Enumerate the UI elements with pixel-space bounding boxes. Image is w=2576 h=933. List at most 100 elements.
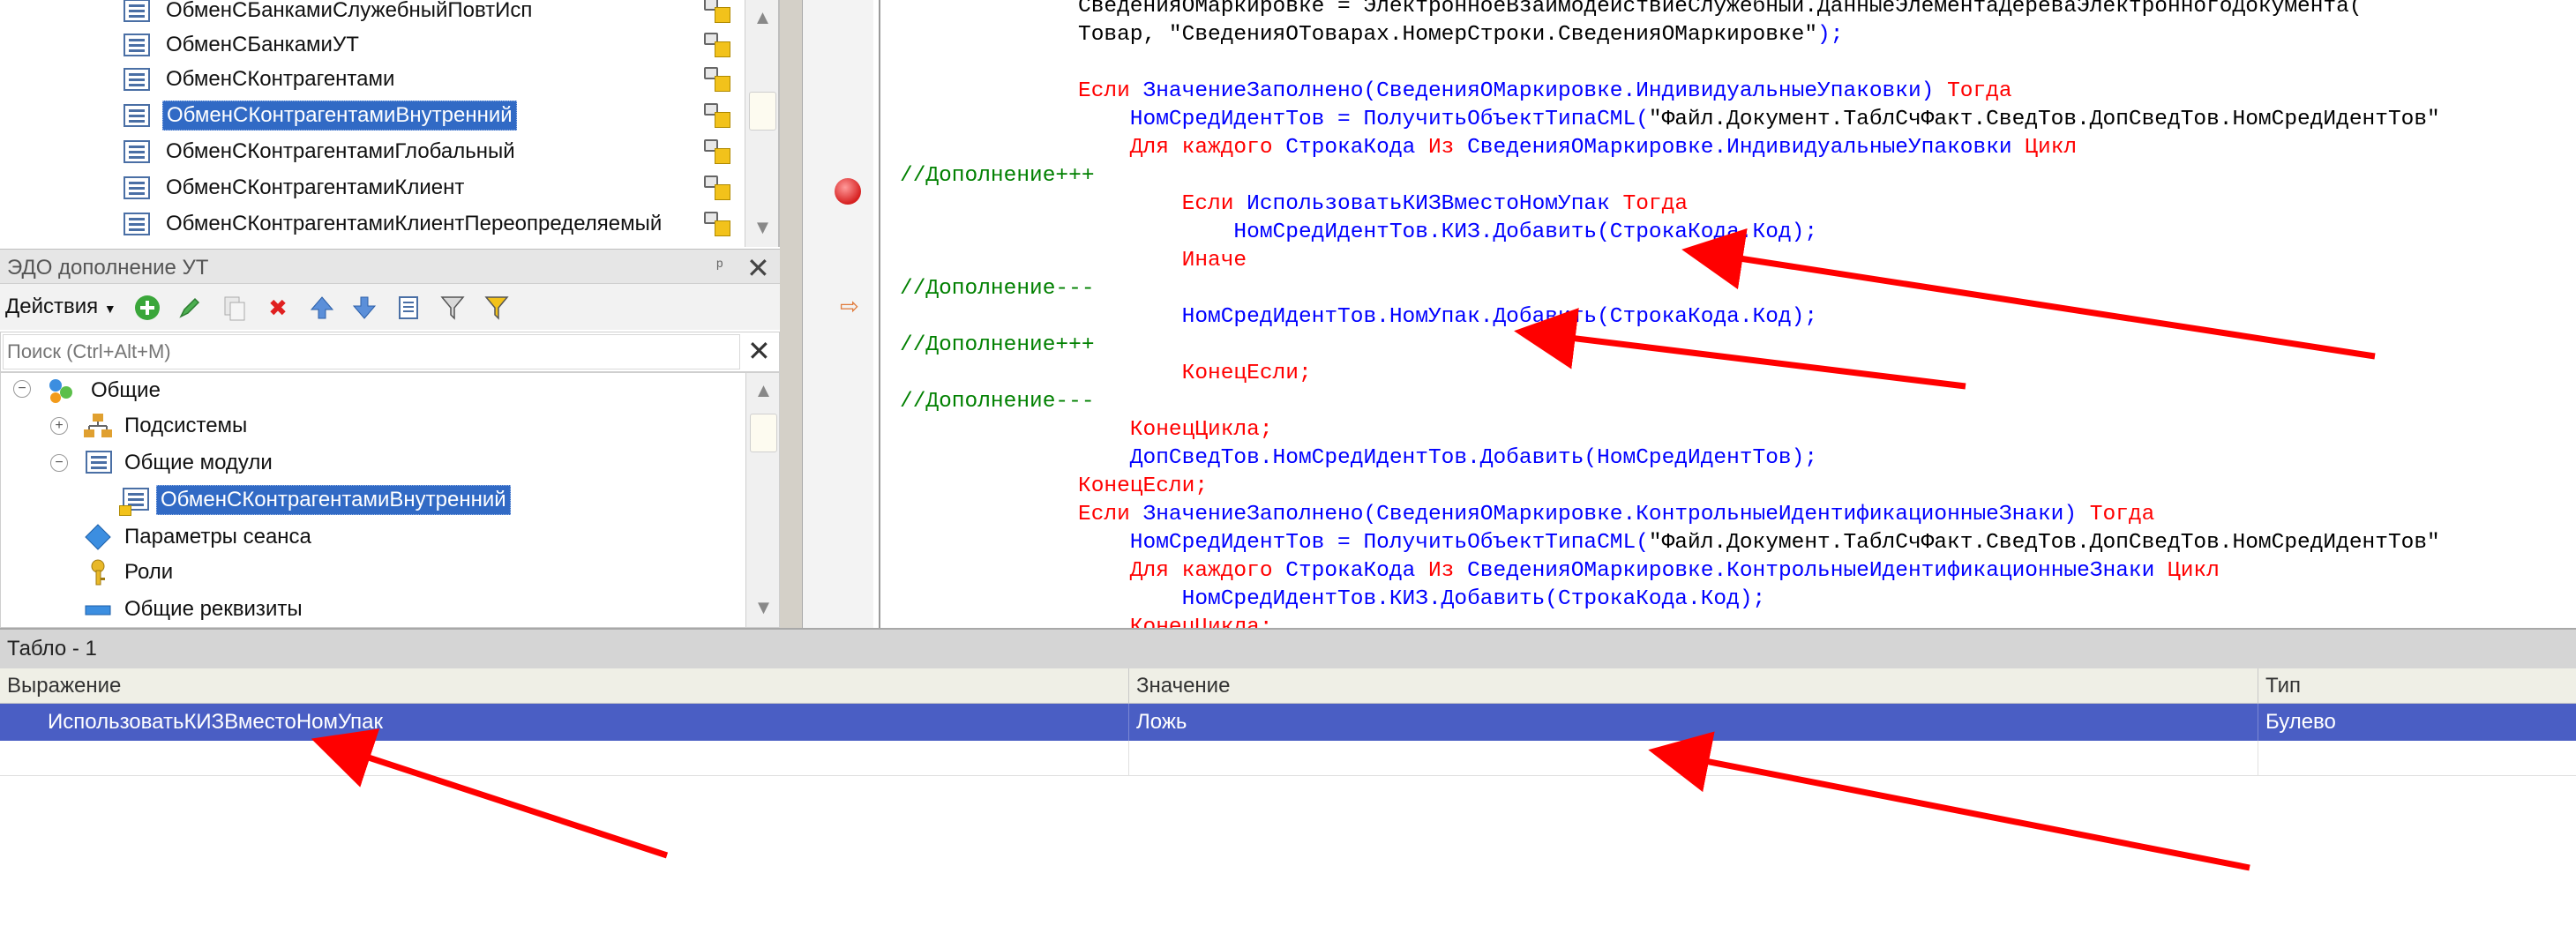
tree-item-module[interactable]: ОбменСКонтрагентами [124, 62, 398, 97]
code-line[interactable]: //Дополнение--- [900, 275, 1095, 303]
code-line[interactable]: //Дополнение+++ [900, 162, 1095, 190]
lock-icon [704, 31, 732, 59]
tree-item-label: ОбменСБанкамиСлужебныйПовтИсп [166, 0, 533, 22]
code-line[interactable]: Иначе [1078, 247, 1247, 275]
code-token: КонецЦикла; [1078, 616, 1273, 628]
code-line[interactable]: ДопСведТов.НомСредИдентТов.Добавить(НомС… [1078, 444, 1817, 473]
column-header-value[interactable]: Значение [1129, 668, 2258, 704]
tree-item-label: Роли [124, 560, 174, 584]
module-lock-icon [119, 505, 131, 516]
code-line[interactable]: КонецЕсли; [1078, 473, 1208, 501]
code-line[interactable]: НомСредИдентТов = ПолучитьОбъектТипаCML(… [1078, 529, 2440, 557]
search-input[interactable] [3, 334, 740, 369]
code-line[interactable]: НомСредИдентТов.НомУпак.Добавить(СтрокаК… [1078, 303, 1817, 332]
pin-icon[interactable]: ᵖ [716, 257, 723, 277]
tree-item-module[interactable]: ОбменСБанкамиУТ [124, 27, 363, 63]
delete-icon[interactable]: ✖ [263, 293, 293, 323]
module-icon [124, 213, 150, 235]
panel-title: ЭДО дополнение УТ [7, 256, 209, 280]
code-token: //Дополнение+++ [900, 333, 1095, 357]
scroll-down-icon[interactable]: ▼ [745, 210, 778, 245]
lock-icon [704, 0, 732, 25]
code-line[interactable]: //Дополнение+++ [900, 332, 1095, 360]
column-header-expression[interactable]: Выражение [0, 668, 1129, 704]
code-line[interactable]: КонецЦикла; [1078, 416, 1273, 444]
watch-row-selected[interactable]: ИспользоватьКИЗВместоНомУпак Ложь Булево [0, 704, 2576, 741]
edit-pencil-icon[interactable] [175, 293, 205, 323]
scroll-down-icon[interactable]: ▼ [746, 590, 779, 625]
scroll-thumb[interactable] [749, 92, 776, 131]
expand-toggle-icon[interactable]: + [50, 417, 68, 435]
tree-item-roles[interactable]: Роли [114, 555, 176, 590]
tree-item-common[interactable]: Общие [80, 373, 164, 408]
code-line[interactable]: Для каждого СтрокаКода Из СведенияОМарки… [1078, 557, 2220, 586]
tree-item-session-params[interactable]: Параметры сеанса [114, 519, 315, 555]
tree-item-module[interactable]: ОбменСКонтрагентамиВнутренний [124, 98, 517, 133]
code-line[interactable]: Товар, "СведенияОТоварах.НомерСтроки.Све… [1078, 21, 1843, 49]
tree-item-label: ОбменСКонтрагентамиКлиентПереопределяемы… [166, 212, 663, 235]
panel-splitter[interactable] [780, 0, 803, 628]
watch-cell-expression[interactable]: ИспользоватьКИЗВместоНомУпак [0, 704, 1129, 741]
code-line[interactable]: Если ИспользоватьКИЗВместоНомУпак Тогда [1078, 190, 1688, 219]
collapse-toggle-icon[interactable]: − [13, 380, 31, 398]
code-editor[interactable]: СведенияОМаркировке = ЭлектронноеВзаимод… [882, 0, 2576, 628]
tree-item-common-attrs[interactable]: Общие реквизиты [114, 592, 306, 627]
move-down-icon[interactable] [349, 293, 379, 323]
subsystems-icon [84, 414, 112, 437]
watch-cell-value[interactable]: Ложь [1129, 704, 2258, 741]
code-token: СведенияОМаркировке = ЭлектронноеВзаимод… [1078, 0, 2363, 19]
code-token: КонецЦикла; [1078, 418, 1273, 442]
tree-item-subsystems[interactable]: Подсистемы [114, 408, 251, 444]
tree-item-module[interactable]: ОбменСБанкамиСлужебныйПовтИсп [124, 0, 535, 28]
watch-cell-empty[interactable] [0, 741, 1129, 776]
code-line[interactable]: Если ЗначениеЗаполнено(СведенияОМаркиров… [1078, 78, 2012, 106]
tree-item-common-modules[interactable]: Общие модули [114, 445, 276, 481]
code-line[interactable]: КонецЦикла; [1078, 614, 1273, 628]
tree-item-label: ОбменСБанкамиУТ [166, 33, 359, 56]
code-line[interactable]: //Дополнение--- [900, 388, 1095, 416]
actions-menu-button[interactable]: Действия ▼ [5, 295, 116, 319]
code-line[interactable]: Для каждого СтрокаКода Из СведенияОМарки… [1078, 134, 2077, 162]
tree-item-label: ОбменСКонтрагентамиВнутренний [162, 101, 517, 131]
list-icon[interactable] [393, 293, 423, 323]
tree-scrollbar[interactable]: ▲ ▼ [745, 0, 778, 247]
tree-item-module[interactable]: ОбменСКонтрагентамиКлиент [124, 170, 468, 205]
module-tree-top: ОбменСБанкамиСлужебныйПовтИсп ОбменСБанка… [0, 0, 780, 247]
watch-cell-empty[interactable] [1129, 741, 2258, 776]
editor-gutter[interactable] [803, 0, 873, 628]
code-line[interactable]: СведенияОМаркировке = ЭлектронноеВзаимод… [1078, 0, 2363, 21]
tree-scrollbar[interactable]: ▲ ▼ [745, 373, 779, 627]
code-token: ДопСведТов.НомСредИдентТов.Добавить(НомС… [1078, 446, 1818, 470]
code-line[interactable]: НомСредИдентТов.КИЗ.Добавить(СтрокаКода.… [1078, 586, 1766, 614]
move-up-icon[interactable] [307, 293, 337, 323]
code-token: Если [1078, 503, 1143, 526]
lock-icon [704, 174, 732, 202]
copy-icon[interactable] [219, 293, 249, 323]
code-line[interactable]: НомСредИдентТов = ПолучитьОбъектТипаCML(… [1078, 106, 2440, 134]
module-icon [124, 68, 150, 91]
code-line[interactable]: КонецЕсли; [1078, 360, 1312, 388]
common-attributes-icon [85, 605, 111, 616]
watch-table-body [0, 776, 2576, 933]
tree-item-module[interactable]: ОбменСКонтрагентамиГлобальный [124, 134, 519, 169]
filter-icon[interactable] [438, 293, 468, 323]
add-icon[interactable] [132, 293, 162, 323]
watch-cell-type: Булево [2265, 710, 2336, 734]
tree-item-module-selected[interactable]: ОбменСКонтрагентамиВнутренний [149, 482, 511, 518]
filter-clear-icon[interactable] [482, 293, 512, 323]
scroll-up-icon[interactable]: ▲ [745, 0, 778, 35]
scroll-thumb[interactable] [750, 414, 777, 452]
collapse-toggle-icon[interactable]: − [50, 454, 68, 472]
code-line[interactable]: НомСредИдентТов.КИЗ.Добавить(СтрокаКода.… [1078, 219, 1817, 247]
code-token: ); [1817, 23, 1844, 47]
code-line[interactable]: Если ЗначениеЗаполнено(СведенияОМаркиров… [1078, 501, 2154, 529]
tree-item-module[interactable]: ОбменСКонтрагентамиКлиентПереопределяемы… [124, 206, 665, 242]
code-token: СведенияОМаркировке.ИндивидуальныеУпаков… [1467, 136, 2026, 160]
lock-icon [704, 101, 732, 130]
clear-search-icon[interactable]: ✕ [747, 334, 771, 368]
column-header-type[interactable]: Тип [2258, 668, 2576, 704]
watch-row-empty[interactable] [0, 741, 2576, 776]
close-icon[interactable]: ✕ [746, 251, 770, 285]
scroll-up-icon[interactable]: ▲ [746, 373, 779, 408]
breakpoint-icon[interactable] [835, 178, 861, 205]
